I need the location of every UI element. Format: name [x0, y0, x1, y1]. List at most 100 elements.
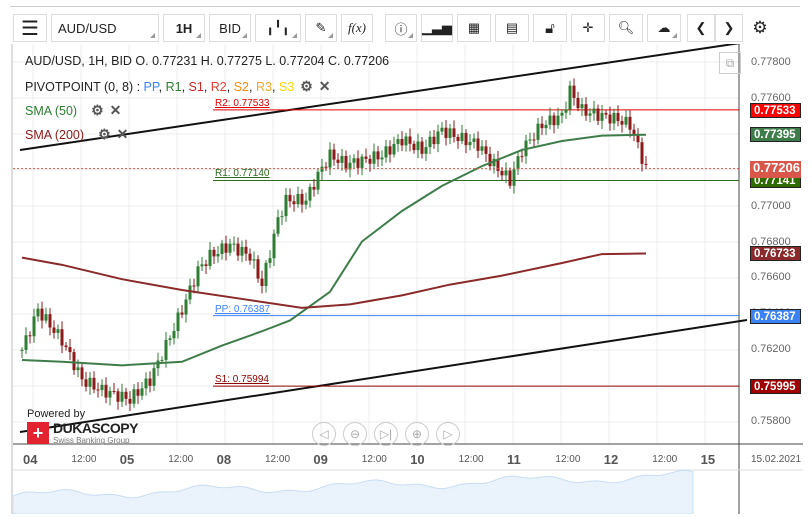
time-tick: 12:00: [168, 454, 194, 465]
cloud-upload-icon: ☁: [657, 20, 671, 35]
candle-body: [436, 131, 440, 145]
candle-body: [612, 112, 616, 124]
navigator-area: [13, 469, 694, 514]
calendar-button[interactable]: ▦: [457, 14, 491, 42]
candle-body: [20, 349, 24, 351]
candle-body: [60, 329, 64, 346]
zoom-out-button[interactable]: ⊖: [343, 422, 367, 446]
gear-icon[interactable]: ⚙: [98, 126, 111, 143]
time-tick: 12:00: [361, 454, 387, 465]
info-button[interactable]: ⓘ: [385, 14, 417, 42]
candle-body: [68, 347, 72, 353]
sma50-label: SMA (50): [25, 104, 78, 118]
prev-button[interactable]: ❮: [687, 14, 715, 42]
brand-name: DUKASCOPY: [53, 420, 138, 436]
time-tick: 12: [603, 452, 619, 467]
candle-body: [580, 104, 584, 109]
scroll-left-button[interactable]: ◁: [312, 422, 336, 446]
candle-body: [176, 312, 180, 332]
price-badge-s1: 0.75995: [750, 379, 801, 395]
candle-body: [44, 314, 48, 321]
close-icon[interactable]: ✕: [319, 78, 331, 95]
time-tick: 15: [700, 452, 716, 467]
candle-body: [276, 217, 280, 234]
sma200-legend: SMA (200) ⚙ ✕: [25, 126, 128, 143]
candle-body: [220, 243, 224, 254]
timeframe-select[interactable]: 1H: [163, 14, 205, 42]
candle-body: [208, 249, 212, 266]
fx-icon: f(x): [347, 20, 367, 35]
pivot-item-r1: R1: [165, 80, 182, 94]
volume-button[interactable]: ▁▃▅: [421, 14, 453, 42]
candle-body: [152, 368, 156, 386]
settings-button[interactable]: ⚙: [747, 14, 773, 42]
candle-body: [516, 156, 520, 170]
candle-body: [388, 146, 392, 155]
candle-body: [432, 136, 436, 145]
candle-body: [556, 115, 560, 126]
chart-type-button[interactable]: ╻╹╻: [255, 14, 301, 42]
candle-body: [124, 391, 128, 399]
candle-body: [536, 123, 540, 140]
candle-body: [76, 367, 80, 371]
toolbar: ☰ AUD/USD 1H BID ╻╹╻ ✎ f(x) ⓘ ▁▃▅ ▦ ▤ 🔓︎…: [13, 14, 773, 42]
time-tick: 09: [313, 452, 328, 467]
candle-body: [328, 149, 332, 168]
scroll-right-button[interactable]: ▷: [436, 422, 460, 446]
candle-body: [564, 109, 568, 113]
candle-body: [616, 112, 620, 122]
gear-icon[interactable]: ⚙: [91, 102, 104, 119]
candle-body: [340, 155, 344, 163]
candle-body: [456, 136, 460, 142]
candle-body: [88, 377, 92, 387]
lock-button[interactable]: 🔓︎: [533, 14, 567, 42]
candle-body: [312, 186, 316, 190]
candle-body: [508, 170, 512, 186]
calendar-icon: ▦: [467, 20, 481, 35]
popout-button[interactable]: ⧉: [719, 52, 741, 74]
candle-body: [104, 384, 108, 398]
candle-body: [304, 200, 308, 205]
go-latest-button[interactable]: ▷|: [374, 422, 398, 446]
candle-body: [228, 243, 232, 253]
candle-body: [604, 112, 608, 115]
chart-area[interactable]: AUD/USD, 1H, BID O. 0.77231 H. 0.77275 L…: [11, 44, 803, 514]
symbol-select[interactable]: AUD/USD: [51, 14, 159, 42]
candle-body: [24, 335, 28, 350]
candle-body: [164, 339, 168, 360]
chart-svg: [13, 44, 803, 514]
close-icon[interactable]: ✕: [110, 102, 122, 119]
zoom-in-button[interactable]: ⊕: [405, 422, 429, 446]
price-badge-sma200: 0.76733: [750, 245, 801, 261]
candle-body: [500, 170, 504, 176]
menu-button[interactable]: ☰: [13, 14, 47, 42]
candle-body: [420, 141, 424, 154]
indicators-button[interactable]: f(x): [341, 14, 373, 42]
zoom-button[interactable]: 🔍︎: [609, 14, 643, 42]
candle-body: [336, 159, 340, 163]
candle-body: [260, 278, 264, 287]
candle-body: [280, 216, 284, 218]
upload-button[interactable]: ☁: [647, 14, 681, 42]
next-button[interactable]: ❯: [715, 14, 743, 42]
candle-body: [172, 331, 176, 339]
candle-body: [296, 193, 300, 205]
candle-body: [560, 112, 564, 116]
gear-icon[interactable]: ⚙: [300, 78, 313, 95]
draw-button[interactable]: ✎: [305, 14, 337, 42]
candle-body: [136, 389, 140, 396]
candle-body: [112, 390, 116, 392]
side-select[interactable]: BID: [209, 14, 251, 42]
candle-body: [292, 201, 296, 205]
news-button[interactable]: ▤: [495, 14, 529, 42]
pivot-label-pp: PP: 0.76387: [215, 303, 271, 315]
pivot-label-r1: R1: 0.77140: [215, 168, 270, 180]
candle-body: [472, 138, 476, 142]
time-tick: 08: [216, 452, 232, 467]
candle-body: [548, 115, 552, 125]
price-tick: 0.76600: [751, 271, 791, 284]
candle-body: [108, 390, 112, 398]
candle-body: [120, 391, 124, 402]
close-icon[interactable]: ✕: [117, 126, 129, 143]
crosshair-button[interactable]: ✛: [571, 14, 605, 42]
